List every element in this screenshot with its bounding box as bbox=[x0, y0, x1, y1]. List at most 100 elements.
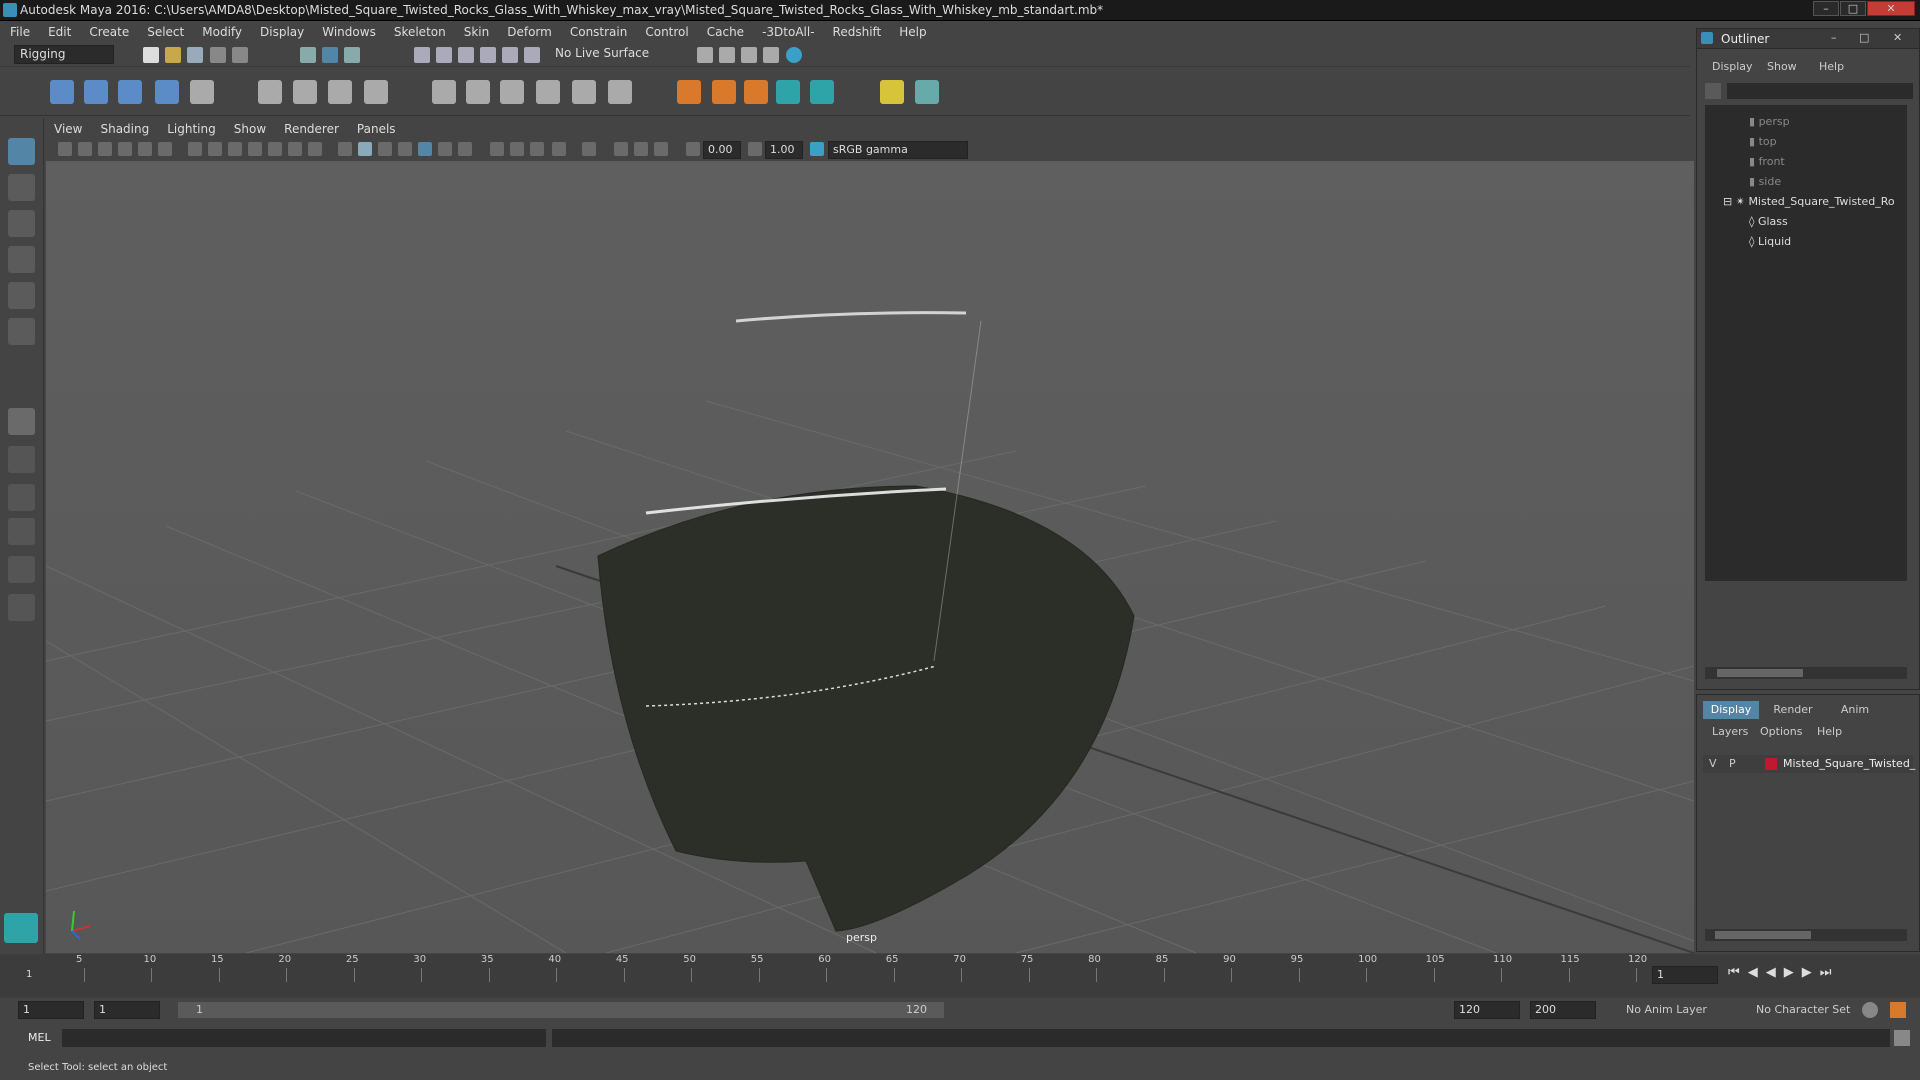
bind-skin-icon[interactable] bbox=[258, 80, 282, 104]
snap-point-icon[interactable] bbox=[458, 47, 474, 63]
gamma-field[interactable]: 1.00 bbox=[765, 141, 803, 159]
layer-playback-toggle[interactable]: P bbox=[1729, 757, 1736, 770]
orient-constraint-icon[interactable] bbox=[500, 80, 524, 104]
use-all-lights-icon[interactable] bbox=[438, 142, 452, 156]
paint-select-icon[interactable] bbox=[8, 210, 35, 237]
parent-constraint-icon[interactable] bbox=[572, 80, 596, 104]
scale-tool-icon[interactable] bbox=[8, 318, 35, 345]
wireframe-icon[interactable] bbox=[338, 142, 352, 156]
backface-culling-icon[interactable] bbox=[552, 142, 566, 156]
xray-active-icon[interactable] bbox=[510, 142, 524, 156]
aim-constraint-icon[interactable] bbox=[466, 80, 490, 104]
ik-spline-icon[interactable] bbox=[712, 80, 736, 104]
outliner-item-group[interactable]: ⊟ ✴ Misted_Square_Twisted_Ro bbox=[1723, 195, 1895, 213]
menu-deform[interactable]: Deform bbox=[507, 25, 552, 39]
menu-select[interactable]: Select bbox=[147, 25, 184, 39]
menu-cache[interactable]: Cache bbox=[707, 25, 744, 39]
gate-mask-icon[interactable] bbox=[248, 142, 262, 156]
mirror-joint-icon[interactable] bbox=[118, 80, 142, 104]
menu-control[interactable]: Control bbox=[645, 25, 688, 39]
time-slider[interactable]: 1 5 10 15 20 25 30 35 40 45 50 55 60 65 70 75 80 85 90 95 1… bbox=[0, 954, 1920, 998]
perspective-viewport[interactable]: persp bbox=[46, 161, 1694, 953]
vp-menu-panels[interactable]: Panels bbox=[357, 122, 396, 136]
ambient-occlusion-icon[interactable] bbox=[614, 142, 628, 156]
two-pane-layout-icon[interactable] bbox=[8, 484, 35, 511]
ik-handle-icon[interactable] bbox=[190, 80, 214, 104]
hik-icon[interactable] bbox=[744, 80, 768, 104]
persp-graph-layout-icon[interactable] bbox=[8, 556, 35, 583]
select-object-icon[interactable] bbox=[322, 47, 338, 63]
tab-anim[interactable]: Anim bbox=[1827, 701, 1883, 719]
render-view-icon[interactable] bbox=[786, 47, 802, 63]
rotate-tool-icon[interactable] bbox=[8, 282, 35, 309]
select-component-icon[interactable] bbox=[344, 47, 360, 63]
gamma-icon[interactable] bbox=[748, 142, 762, 156]
outliner-close-button[interactable]: ✕ bbox=[1893, 31, 1902, 44]
outliner-item-liquid[interactable]: ◊ Liquid bbox=[1749, 235, 1791, 253]
save-scene-icon[interactable] bbox=[187, 47, 203, 63]
four-pane-layout-icon[interactable] bbox=[8, 446, 35, 473]
outliner-maximize-button[interactable]: □ bbox=[1859, 31, 1869, 44]
exposure-icon[interactable] bbox=[686, 142, 700, 156]
layer-hscroll-thumb[interactable] bbox=[1715, 931, 1811, 939]
menu-edit[interactable]: Edit bbox=[48, 25, 71, 39]
camera-attributes-icon[interactable] bbox=[78, 142, 92, 156]
joint-tool-icon[interactable] bbox=[50, 80, 74, 104]
outliner-menu-show[interactable]: Show bbox=[1767, 60, 1797, 73]
insert-joint-icon[interactable] bbox=[84, 80, 108, 104]
layers-menu-options[interactable]: Options bbox=[1760, 725, 1802, 738]
outliner-item-top[interactable]: ▮ top bbox=[1749, 135, 1777, 153]
playback-start-field[interactable]: 1 bbox=[94, 1001, 160, 1019]
auto-key-icon[interactable] bbox=[1862, 1002, 1878, 1018]
vp-menu-renderer[interactable]: Renderer bbox=[284, 122, 339, 136]
render-settings-icon[interactable] bbox=[741, 47, 757, 63]
grease-pencil-icon[interactable] bbox=[158, 142, 172, 156]
hypershade-layout-icon[interactable] bbox=[8, 594, 35, 621]
outliner-item-glass[interactable]: ◊ Glass bbox=[1749, 215, 1788, 233]
exposure-field[interactable]: 0.00 bbox=[703, 141, 741, 159]
glass-mesh[interactable] bbox=[597, 485, 1135, 932]
outliner-hscrollbar[interactable] bbox=[1705, 667, 1907, 679]
layer-color-swatch[interactable] bbox=[1765, 758, 1777, 770]
cluster-icon[interactable] bbox=[364, 80, 388, 104]
isolate-select-icon[interactable] bbox=[582, 142, 596, 156]
safe-action-icon[interactable] bbox=[288, 142, 302, 156]
anim-preferences-icon[interactable] bbox=[1890, 1002, 1906, 1018]
shadows-icon[interactable] bbox=[458, 142, 472, 156]
minimize-button[interactable]: – bbox=[1813, 1, 1839, 16]
scale-constraint-icon[interactable] bbox=[536, 80, 560, 104]
set-key-icon[interactable] bbox=[880, 80, 904, 104]
outliner-filter-icon[interactable] bbox=[1705, 83, 1721, 99]
maximize-button[interactable]: □ bbox=[1840, 1, 1866, 16]
xray-joints-icon[interactable] bbox=[530, 142, 544, 156]
outliner-minimize-button[interactable]: – bbox=[1831, 31, 1837, 44]
menu-file[interactable]: File bbox=[10, 25, 30, 39]
anti-aliasing-icon[interactable] bbox=[654, 142, 668, 156]
field-chart-icon[interactable] bbox=[268, 142, 282, 156]
snap-grid-icon[interactable] bbox=[414, 47, 430, 63]
menu-skeleton[interactable]: Skeleton bbox=[394, 25, 446, 39]
range-bar[interactable]: 1 120 bbox=[178, 1002, 944, 1018]
menu-skin[interactable]: Skin bbox=[464, 25, 490, 39]
menu-3dtoall[interactable]: -3DtoAll- bbox=[762, 25, 814, 39]
outliner-hscroll-thumb[interactable] bbox=[1717, 669, 1803, 677]
graph-editor-icon[interactable] bbox=[915, 80, 939, 104]
snap-view-plane-icon[interactable] bbox=[480, 47, 496, 63]
outliner-menu-display[interactable]: Display bbox=[1712, 60, 1753, 73]
grid-toggle-icon[interactable] bbox=[188, 142, 202, 156]
outliner-item-front[interactable]: ▮ front bbox=[1749, 155, 1785, 173]
pole-vector-icon[interactable] bbox=[608, 80, 632, 104]
tab-render[interactable]: Render bbox=[1765, 701, 1821, 719]
menu-windows[interactable]: Windows bbox=[322, 25, 376, 39]
menu-modify[interactable]: Modify bbox=[202, 25, 242, 39]
layer-hscrollbar[interactable] bbox=[1705, 929, 1907, 941]
redo-icon[interactable] bbox=[232, 47, 248, 63]
vp-menu-show[interactable]: Show bbox=[234, 122, 266, 136]
select-tool-icon[interactable] bbox=[8, 138, 35, 165]
motion-blur-icon[interactable] bbox=[634, 142, 648, 156]
vp-menu-shading[interactable]: Shading bbox=[100, 122, 149, 136]
command-input[interactable] bbox=[62, 1029, 546, 1047]
current-frame-field[interactable]: 1 bbox=[1652, 966, 1718, 984]
menu-set-dropdown[interactable]: Rigging bbox=[14, 45, 114, 64]
vp-menu-view[interactable]: View bbox=[54, 122, 82, 136]
